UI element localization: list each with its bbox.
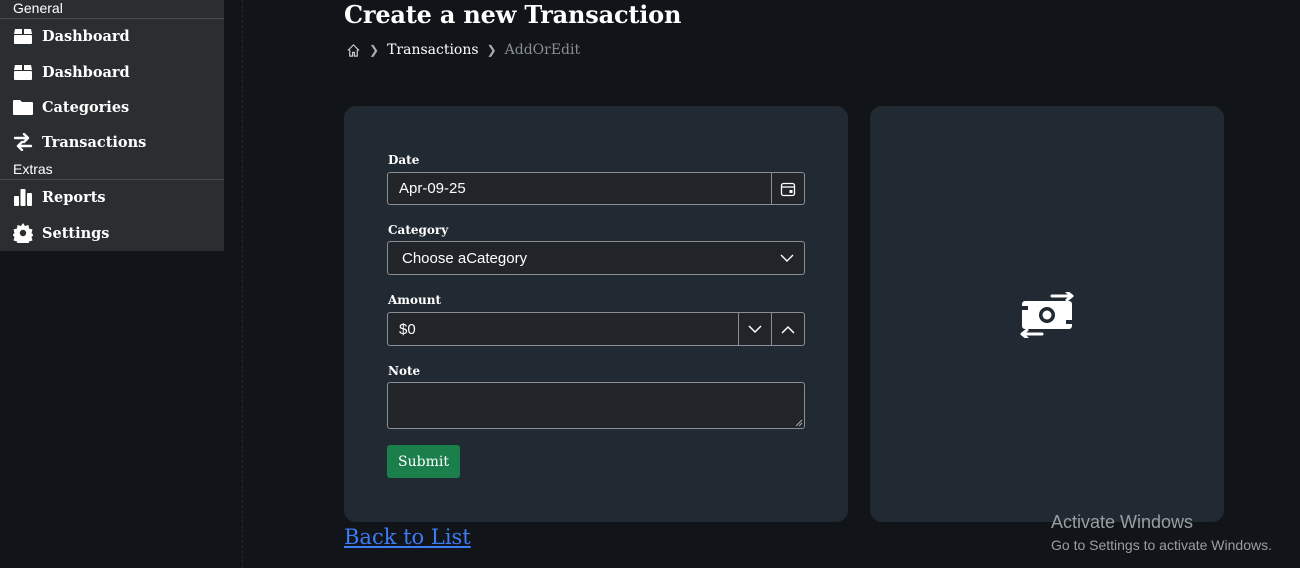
sidebar-divider (0, 179, 224, 180)
decrement-button[interactable] (738, 313, 771, 345)
sidebar-item-categories[interactable]: Categories (12, 93, 217, 121)
content-divider (242, 0, 243, 568)
sidebar-item-transactions[interactable]: Transactions (12, 128, 217, 156)
money-bill-transfer-icon (1019, 290, 1075, 342)
gear-icon (12, 223, 34, 243)
sidebar-item-label: Categories (42, 98, 130, 116)
calendar-icon (780, 182, 796, 196)
back-to-list-link[interactable]: Back to List (344, 525, 471, 549)
watermark-subtitle: Go to Settings to activate Windows. (1051, 537, 1272, 553)
chevron-right-icon: ❯ (486, 43, 497, 57)
category-value: Choose aCategory (402, 249, 528, 267)
sidebar-item-settings[interactable]: Settings (12, 219, 217, 247)
bar-chart-icon (12, 187, 34, 207)
submit-button[interactable]: Submit (387, 445, 460, 478)
date-label: Date (388, 153, 420, 167)
page-title: Create a new Transaction (344, 0, 682, 29)
sidebar: General Dashboard Dashboard Categories T… (0, 0, 224, 251)
sidebar-divider (0, 18, 224, 19)
transaction-form-card: Date Apr-09-25 Category Choose aCategory… (344, 106, 848, 522)
amount-value[interactable]: $0 (388, 321, 738, 338)
sidebar-item-dashboard[interactable]: Dashboard (12, 22, 217, 50)
illustration-card (870, 106, 1224, 522)
breadcrumb: ❯ Transactions ❯ AddOrEdit (346, 42, 580, 58)
sidebar-item-label: Dashboard (42, 27, 130, 45)
chevron-down-icon (770, 254, 804, 263)
chevron-right-icon: ❯ (369, 43, 380, 57)
date-picker[interactable]: Apr-09-25 (387, 172, 805, 205)
arrows-exchange-icon (12, 132, 34, 152)
amount-stepper[interactable]: $0 (387, 312, 805, 346)
chevron-up-icon (781, 325, 795, 334)
category-label: Category (388, 223, 449, 237)
resize-grip-icon[interactable] (795, 419, 803, 427)
note-textarea[interactable] (387, 382, 805, 429)
sidebar-item-dashboard-2[interactable]: Dashboard (12, 58, 217, 86)
increment-button[interactable] (771, 313, 804, 345)
breadcrumb-link-transactions[interactable]: Transactions (387, 42, 479, 58)
sidebar-section-extras: Extras (13, 161, 53, 177)
category-select[interactable]: Choose aCategory (387, 241, 805, 275)
breadcrumb-current: AddOrEdit (504, 42, 581, 58)
sidebar-item-reports[interactable]: Reports (12, 183, 217, 211)
watermark-title: Activate Windows (1051, 512, 1194, 532)
sidebar-item-label: Dashboard (42, 63, 130, 81)
box-icon (12, 62, 34, 82)
note-label: Note (388, 364, 421, 378)
calendar-button[interactable] (771, 173, 804, 204)
activation-watermark: Activate Windows Go to Settings to activ… (1051, 512, 1272, 553)
chevron-down-icon (748, 324, 762, 333)
box-icon (12, 26, 34, 46)
amount-label: Amount (388, 293, 442, 307)
sidebar-item-label: Settings (42, 224, 110, 242)
sidebar-item-label: Reports (42, 188, 106, 206)
folder-icon (12, 97, 34, 117)
sidebar-item-label: Transactions (42, 133, 147, 151)
date-value[interactable]: Apr-09-25 (388, 180, 771, 197)
sidebar-section-general: General (13, 0, 63, 16)
home-icon[interactable] (346, 43, 361, 58)
